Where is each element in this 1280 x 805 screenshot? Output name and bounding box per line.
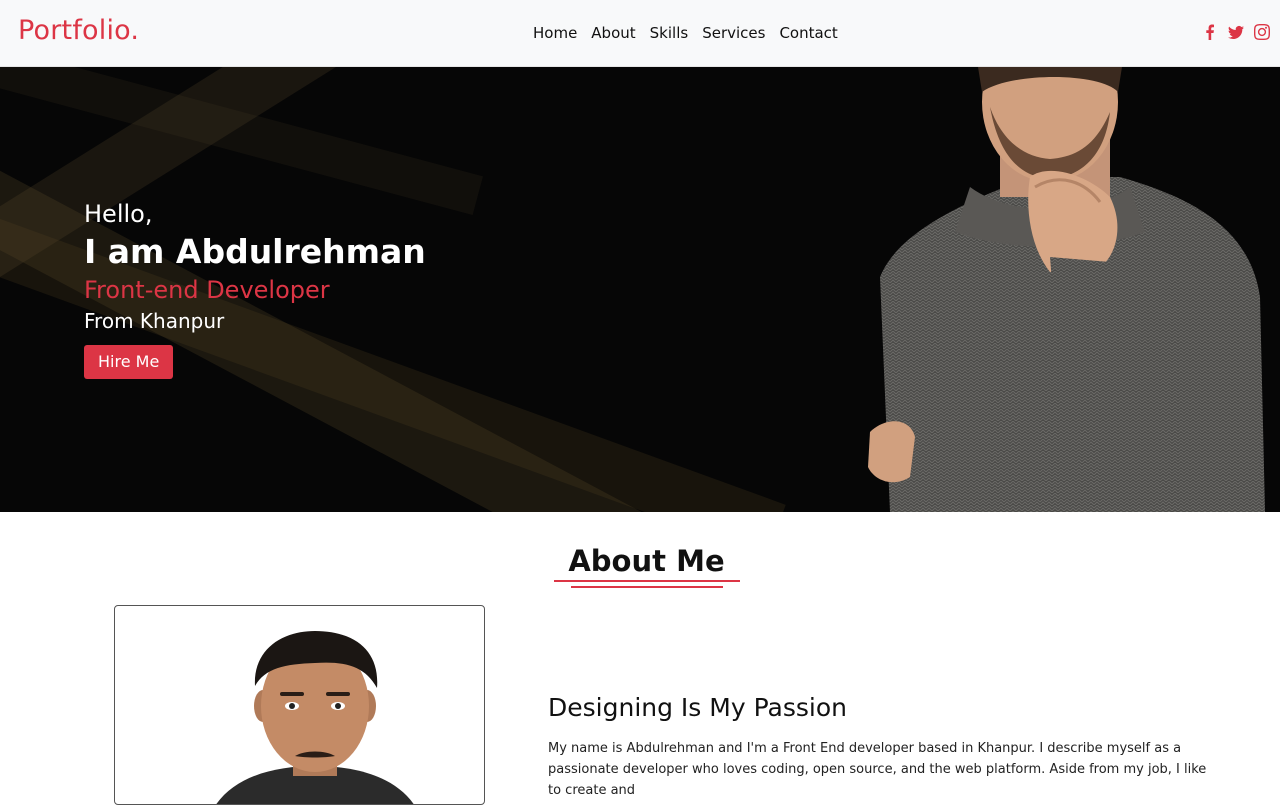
nav-link-home[interactable]: Home bbox=[526, 24, 584, 42]
title-underline bbox=[554, 580, 740, 582]
about-title: About Me bbox=[568, 544, 725, 578]
hero-role: Front-end Developer bbox=[84, 276, 330, 304]
about-photo bbox=[216, 631, 414, 804]
hero-text: Hello, I am Abdulrehman Front-end Develo… bbox=[84, 197, 426, 379]
brand-logo[interactable]: Portfolio. bbox=[18, 15, 139, 46]
hero-section: Hello, I am Abdulrehman Front-end Develo… bbox=[0, 67, 1280, 512]
instagram-icon[interactable] bbox=[1254, 24, 1270, 40]
about-description: My name is Abdulrehman and I'm a Front E… bbox=[548, 741, 1207, 798]
twitter-icon[interactable] bbox=[1228, 24, 1244, 40]
nav-links: Home About Skills Services Contact bbox=[526, 24, 845, 42]
about-subtitle: Designing Is My Passion bbox=[548, 693, 847, 722]
facebook-icon[interactable] bbox=[1202, 24, 1218, 40]
nav-link-about[interactable]: About bbox=[584, 24, 642, 42]
navbar: Portfolio. Home About Skills Services Co… bbox=[0, 0, 1280, 67]
title-underline bbox=[571, 586, 723, 588]
hero-name: I am Abdulrehman bbox=[84, 232, 426, 271]
hero-person-image bbox=[868, 67, 1265, 512]
hero-location: From Khanpur bbox=[84, 309, 225, 333]
nav-link-contact[interactable]: Contact bbox=[772, 24, 844, 42]
nav-link-services[interactable]: Services bbox=[695, 24, 772, 42]
hero-greeting: Hello, bbox=[84, 200, 153, 228]
nav-link-skills[interactable]: Skills bbox=[643, 24, 696, 42]
social-links bbox=[1202, 24, 1270, 40]
about-photo-card bbox=[114, 605, 485, 805]
hire-me-button[interactable]: Hire Me bbox=[84, 345, 174, 379]
